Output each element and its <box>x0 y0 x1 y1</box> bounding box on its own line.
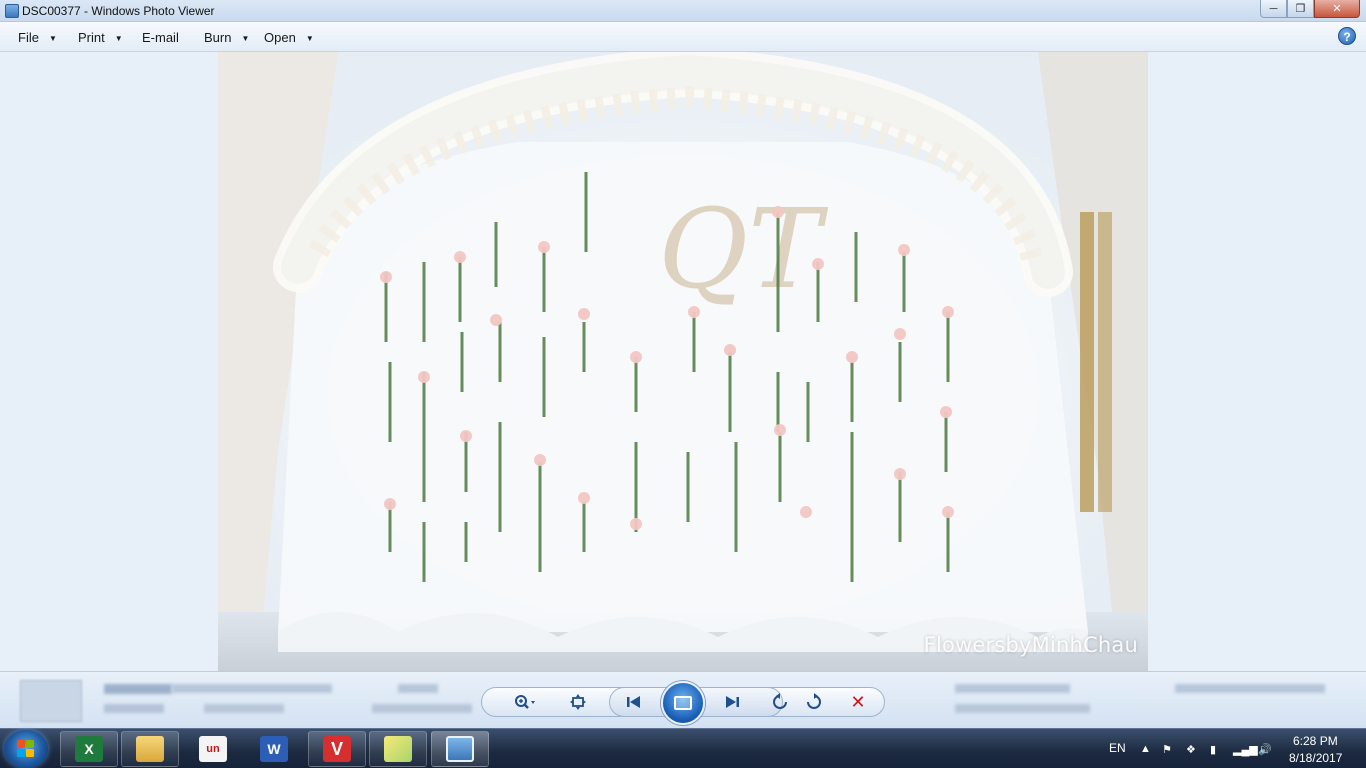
blurred-metadata <box>1175 684 1325 693</box>
taskbar-app-word[interactable]: W <box>245 731 303 767</box>
rotate-counterclockwise-icon[interactable] <box>769 692 791 712</box>
help-icon[interactable]: ? <box>1338 27 1356 45</box>
menu-open[interactable]: Open ▼ <box>264 30 314 45</box>
taskbar: X un W V EN ▲ ⚑ ❖ ▮ ▂▄▆ 🔊 6:28 PM 8/18/2… <box>0 728 1366 768</box>
menu-print[interactable]: Print ▼ <box>78 30 123 45</box>
menu-burn[interactable]: Burn ▼ <box>204 30 249 45</box>
clock-time[interactable]: 6:28 PM <box>1293 734 1338 748</box>
actual-size-icon[interactable] <box>567 692 589 712</box>
start-button[interactable] <box>4 730 48 768</box>
unikey-icon: un <box>199 736 227 762</box>
wedding-backdrop-illustration: QT <box>218 52 1148 671</box>
taskbar-app-unikey[interactable]: un <box>184 731 242 767</box>
taskbar-app-photo-viewer[interactable] <box>431 731 489 767</box>
menu-bar: File ▼ Print ▼ E-mail Burn ▼ Open ▼ ? <box>0 22 1366 52</box>
rotate-clockwise-icon[interactable] <box>803 692 825 712</box>
blurred-metadata <box>372 704 472 713</box>
slideshow-button[interactable] <box>661 681 705 725</box>
file-explorer-icon <box>136 736 164 762</box>
zoom-icon[interactable] <box>509 692 541 712</box>
action-center-flag-icon[interactable]: ⚑ <box>1162 743 1172 756</box>
menu-file-label: File <box>18 30 39 45</box>
info-and-controls-bar: ✕ <box>0 671 1366 728</box>
network-signal-icon[interactable]: ▂▄▆ <box>1233 743 1258 756</box>
blurred-metadata <box>104 684 172 694</box>
menu-open-label: Open <box>264 30 296 45</box>
blurred-metadata <box>172 684 332 693</box>
previous-icon[interactable] <box>623 692 645 712</box>
svg-text:QT: QT <box>658 185 829 313</box>
menu-file[interactable]: File ▼ <box>18 30 57 45</box>
viewer-controls: ✕ <box>481 681 885 725</box>
taskbar-app-sticky-notes[interactable] <box>369 731 427 767</box>
displayed-photo: QT FlowersbyMinhChau <box>218 52 1148 671</box>
title-bar: DSC00377 - Windows Photo Viewer ─ ❐ ✕ <box>0 0 1366 22</box>
taskbar-app-excel[interactable]: X <box>60 731 118 767</box>
chevron-down-icon: ▼ <box>241 34 250 43</box>
dropbox-icon[interactable]: ❖ <box>1186 743 1196 756</box>
minimize-button[interactable]: ─ <box>1260 0 1287 18</box>
clock-date[interactable]: 8/18/2017 <box>1289 751 1342 765</box>
blurred-metadata <box>104 704 164 713</box>
battery-icon[interactable]: ▮ <box>1210 743 1216 756</box>
chevron-down-icon: ▼ <box>48 34 57 43</box>
restore-button[interactable]: ❐ <box>1287 0 1314 18</box>
chevron-down-icon: ▼ <box>114 34 123 43</box>
menu-print-label: Print <box>78 30 105 45</box>
windows-logo-icon <box>17 740 35 758</box>
taskbar-app-vivaldi[interactable]: V <box>308 731 366 767</box>
next-icon[interactable] <box>721 692 743 712</box>
word-icon: W <box>260 736 288 762</box>
show-hidden-icons-icon[interactable]: ▲ <box>1140 743 1151 755</box>
blurred-metadata <box>955 704 1090 713</box>
menu-email-label: E-mail <box>142 30 179 45</box>
volume-icon[interactable]: 🔊 <box>1258 743 1272 756</box>
sticky-notes-icon <box>384 736 412 762</box>
vivaldi-icon: V <box>323 736 351 762</box>
language-indicator[interactable]: EN <box>1109 741 1126 755</box>
menu-email[interactable]: E-mail <box>142 30 179 45</box>
image-viewer-area: QT FlowersbyMinhChau <box>0 52 1366 671</box>
photo-viewer-icon <box>446 736 474 762</box>
blurred-metadata <box>398 684 438 693</box>
chevron-down-icon: ▼ <box>305 34 314 43</box>
blurred-metadata <box>204 704 284 713</box>
slideshow-icon <box>674 696 692 710</box>
menu-burn-label: Burn <box>204 30 232 45</box>
taskbar-app-explorer[interactable] <box>121 731 179 767</box>
photo-thumbnail <box>20 680 82 722</box>
close-button[interactable]: ✕ <box>1314 0 1360 18</box>
window-controls: ─ ❐ ✕ <box>1260 0 1360 18</box>
photo-watermark: FlowersbyMinhChau <box>923 633 1138 657</box>
photo-viewer-app-icon <box>5 4 19 18</box>
window-title: DSC00377 - Windows Photo Viewer <box>22 4 215 18</box>
blurred-metadata <box>955 684 1070 693</box>
excel-icon: X <box>75 736 103 762</box>
delete-icon[interactable]: ✕ <box>847 692 869 712</box>
